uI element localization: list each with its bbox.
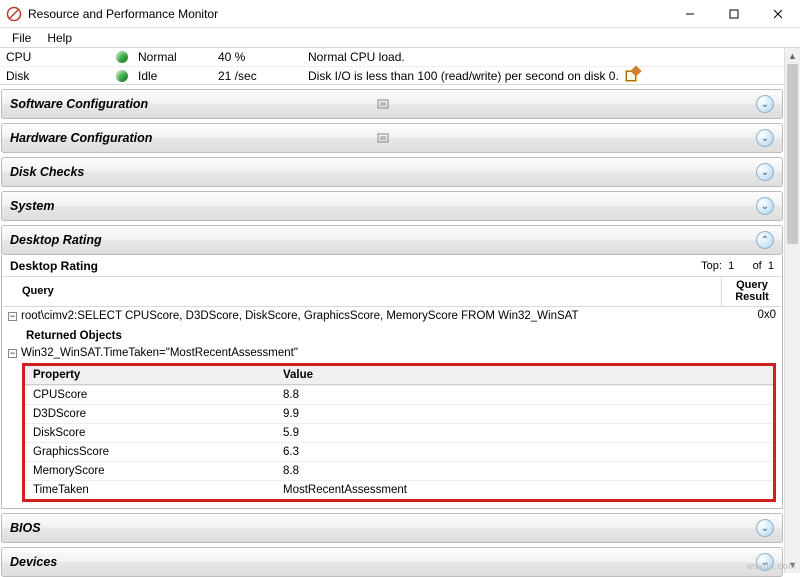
resource-rows: CPU Normal 40 % Normal CPU load. Disk Id… xyxy=(0,48,784,85)
panel-title: Desktop Rating xyxy=(10,259,701,273)
close-button[interactable] xyxy=(756,0,800,28)
chevron-down-icon[interactable]: ⌄ xyxy=(756,129,774,147)
menu-help[interactable]: Help xyxy=(39,29,80,47)
collapse-icon[interactable]: − xyxy=(8,312,17,321)
scroll-track[interactable] xyxy=(785,64,800,557)
table-row: DiskScore5.9 xyxy=(25,423,773,442)
report-icon xyxy=(374,132,392,144)
resource-name: Disk xyxy=(6,69,116,83)
status-dot-icon xyxy=(116,70,128,82)
chevron-down-icon[interactable]: ⌄ xyxy=(756,197,774,215)
returned-objects-label: Returned Objects xyxy=(22,327,776,345)
section-disk-checks[interactable]: Disk Checks ⌄ xyxy=(1,157,783,187)
resource-status: Idle xyxy=(138,69,218,83)
table-row: MemoryScore8.8 xyxy=(25,461,773,480)
query-text: root\cimv2:SELECT CPUScore, D3DScore, Di… xyxy=(21,310,578,322)
window-title: Resource and Performance Monitor xyxy=(28,7,668,21)
section-software-config[interactable]: Software Configuration ⌄ xyxy=(1,89,783,119)
chevron-down-icon[interactable]: ⌄ xyxy=(756,95,774,113)
section-system[interactable]: System ⌄ xyxy=(1,191,783,221)
scroll-up-button[interactable]: ▲ xyxy=(785,48,800,64)
col-property: Property xyxy=(25,366,275,384)
resource-row-disk: Disk Idle 21 /sec Disk I/O is less than … xyxy=(0,66,784,84)
resource-value: 21 /sec xyxy=(218,69,308,83)
col-value: Value xyxy=(275,366,773,384)
table-row: CPUScore8.8 xyxy=(25,385,773,404)
query-row: − root\cimv2:SELECT CPUScore, D3DScore, … xyxy=(2,307,782,325)
table-row: GraphicsScore6.3 xyxy=(25,442,773,461)
section-desktop-rating[interactable]: Desktop Rating ⌃ xyxy=(1,225,783,255)
minimize-button[interactable] xyxy=(668,0,712,28)
resource-desc: Disk I/O is less than 100 (read/write) p… xyxy=(308,69,778,83)
edit-icon[interactable] xyxy=(625,70,637,82)
query-result-value: 0x0 xyxy=(722,307,782,325)
resource-name: CPU xyxy=(6,50,116,64)
collapse-icon[interactable]: − xyxy=(8,349,17,358)
table-row: D3DScore9.9 xyxy=(25,404,773,423)
chevron-down-icon[interactable]: ⌄ xyxy=(756,519,774,537)
query-result-header: Query Result xyxy=(722,277,782,306)
resource-value: 40 % xyxy=(218,50,308,64)
menu-file[interactable]: File xyxy=(4,29,39,47)
window-controls xyxy=(668,0,800,28)
resource-row-cpu: CPU Normal 40 % Normal CPU load. xyxy=(0,48,784,66)
menu-bar: File Help xyxy=(0,28,800,48)
watermark: wsxdn.com xyxy=(746,561,796,571)
pagination: Top: 1 of 1 xyxy=(701,260,774,272)
property-table: Property Value CPUScore8.8 D3DScore9.9 D… xyxy=(25,366,773,499)
query-header-row: Query Query Result xyxy=(2,277,782,307)
report-icon xyxy=(374,98,392,110)
object-label: Win32_WinSAT.TimeTaken="MostRecentAssess… xyxy=(21,347,298,359)
property-table-highlight: Property Value CPUScore8.8 D3DScore9.9 D… xyxy=(22,363,776,502)
desktop-rating-panel: Desktop Rating Top: 1 of 1 Query Query R… xyxy=(1,255,783,509)
title-bar: Resource and Performance Monitor xyxy=(0,0,800,28)
status-dot-icon xyxy=(116,51,128,63)
maximize-button[interactable] xyxy=(712,0,756,28)
resource-status: Normal xyxy=(138,50,218,64)
table-row: TimeTakenMostRecentAssessment xyxy=(25,480,773,499)
chevron-down-icon[interactable]: ⌄ xyxy=(756,163,774,181)
section-bios[interactable]: BIOS ⌄ xyxy=(1,513,783,543)
resource-desc: Normal CPU load. xyxy=(308,50,778,64)
vertical-scrollbar[interactable]: ▲ ▼ xyxy=(784,48,800,573)
chevron-up-icon[interactable]: ⌃ xyxy=(756,231,774,249)
returned-object-row: − Win32_WinSAT.TimeTaken="MostRecentAsse… xyxy=(22,345,776,361)
query-header: Query xyxy=(2,277,722,306)
scroll-thumb[interactable] xyxy=(787,64,798,244)
app-icon xyxy=(6,6,22,22)
section-hardware-config[interactable]: Hardware Configuration ⌄ xyxy=(1,123,783,153)
